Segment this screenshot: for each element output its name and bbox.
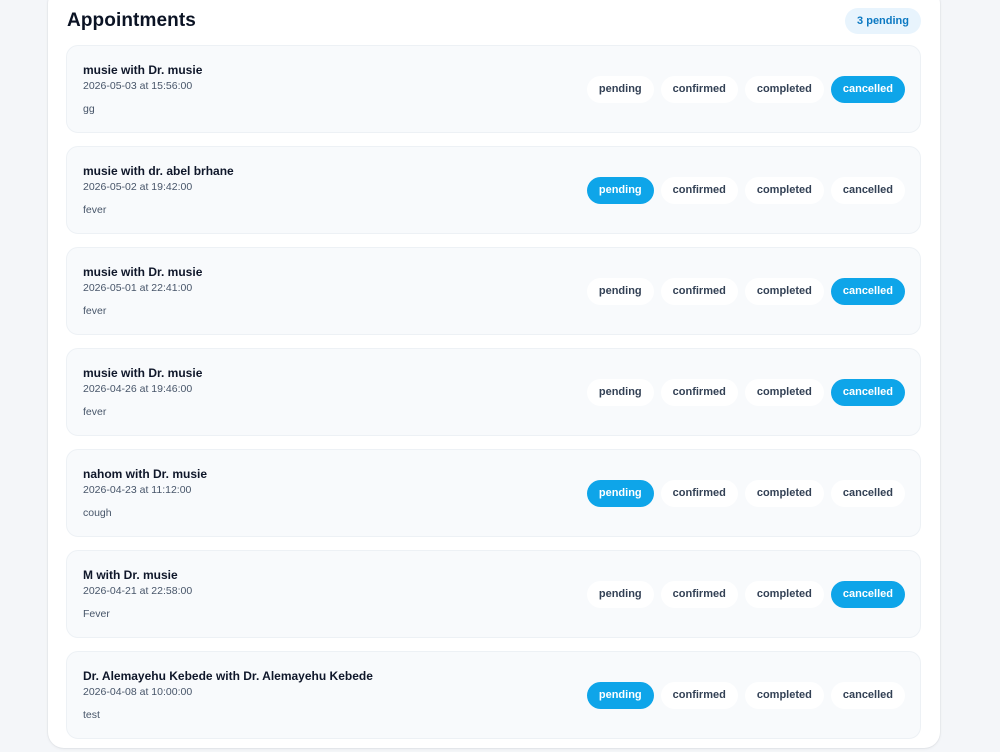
status-cancelled-button[interactable]: cancelled [830,75,905,103]
appointment-datetime: 2026-04-23 at 11:12:00 [83,484,192,496]
status-cancelled-button[interactable]: cancelled [830,176,905,204]
status-pending-button[interactable]: pending [586,176,654,204]
status-completed-button[interactable]: completed [744,378,824,406]
appointment-datetime: 2026-05-03 at 15:56:00 [83,80,193,92]
status-cancelled-button[interactable]: cancelled [830,378,905,406]
appointment-card: Dr. Alemayehu Kebede with Dr. Alemayehu … [66,651,921,739]
status-selector: pending confirmed completed cancelled [586,479,905,507]
appointment-datetime: 2026-05-02 at 19:42:00 [83,181,193,193]
appointment-info: musie with Dr. musie 2026-05-01 at 22:41… [83,265,202,317]
appointment-note: fever [83,406,107,418]
appointment-note: cough [83,507,112,519]
status-pending-button[interactable]: pending [586,580,654,608]
status-completed-button[interactable]: completed [744,176,824,204]
panel-header: Appointments 3 pending [67,0,921,42]
status-selector: pending confirmed completed cancelled [586,378,905,406]
appointment-datetime: 2026-04-26 at 19:46:00 [83,383,193,395]
appointments-panel: Appointments 3 pending musie with Dr. mu… [48,0,940,748]
status-selector: pending confirmed completed cancelled [586,277,905,305]
status-confirmed-button[interactable]: confirmed [660,580,738,608]
appointment-title: nahom with Dr. musie [83,467,208,481]
appointment-note: gg [83,103,95,115]
appointment-info: Dr. Alemayehu Kebede with Dr. Alemayehu … [83,669,373,721]
status-cancelled-button[interactable]: cancelled [830,580,905,608]
appointment-datetime: 2026-05-01 at 22:41:00 [83,282,193,294]
appointment-card: musie with Dr. musie 2026-05-01 at 22:41… [66,247,921,335]
status-pending-button[interactable]: pending [586,277,654,305]
appointment-title: M with Dr. musie [83,568,178,582]
appointment-note: test [83,709,100,721]
status-pending-button[interactable]: pending [586,681,654,709]
appointment-note: Fever [83,608,110,620]
appointment-title: musie with Dr. musie [83,366,203,380]
page-title: Appointments [67,10,196,31]
appointment-title: musie with Dr. musie [83,63,203,77]
appointment-card: M with Dr. musie 2026-04-21 at 22:58:00 … [66,550,921,638]
status-selector: pending confirmed completed cancelled [586,580,905,608]
status-completed-button[interactable]: completed [744,681,824,709]
status-cancelled-button[interactable]: cancelled [830,479,905,507]
status-completed-button[interactable]: completed [744,580,824,608]
appointment-title: Dr. Alemayehu Kebede with Dr. Alemayehu … [83,669,373,683]
appointment-note: fever [83,204,107,216]
appointment-info: musie with Dr. musie 2026-04-26 at 19:46… [83,366,202,418]
pending-count-badge: 3 pending [845,8,921,34]
appointment-title: musie with Dr. musie [83,265,203,279]
status-pending-button[interactable]: pending [586,479,654,507]
appointment-info: M with Dr. musie 2026-04-21 at 22:58:00 … [83,568,192,620]
status-confirmed-button[interactable]: confirmed [660,277,738,305]
appointment-datetime: 2026-04-21 at 22:58:00 [83,585,193,597]
appointment-info: musie with Dr. musie 2026-05-03 at 15:56… [83,63,202,115]
appointment-datetime: 2026-04-08 at 10:00:00 [83,686,193,698]
appointment-info: musie with dr. abel brhane 2026-05-02 at… [83,164,234,216]
appointment-list: musie with Dr. musie 2026-05-03 at 15:56… [66,45,921,752]
status-confirmed-button[interactable]: confirmed [660,479,738,507]
status-cancelled-button[interactable]: cancelled [830,681,905,709]
status-selector: pending confirmed completed cancelled [586,681,905,709]
status-confirmed-button[interactable]: confirmed [660,378,738,406]
appointment-card: musie with dr. abel brhane 2026-05-02 at… [66,146,921,234]
appointment-info: nahom with Dr. musie 2026-04-23 at 11:12… [83,467,207,519]
appointment-title: musie with dr. abel brhane [83,164,234,178]
appointment-card: musie with Dr. musie 2026-04-26 at 19:46… [66,348,921,436]
status-confirmed-button[interactable]: confirmed [660,75,738,103]
appointment-note: fever [83,305,107,317]
status-completed-button[interactable]: completed [744,75,824,103]
appointment-card: nahom with Dr. musie 2026-04-23 at 11:12… [66,449,921,537]
status-selector: pending confirmed completed cancelled [586,75,905,103]
status-completed-button[interactable]: completed [744,277,824,305]
appointment-card: musie with Dr. musie 2026-05-03 at 15:56… [66,45,921,133]
status-pending-button[interactable]: pending [586,75,654,103]
status-selector: pending confirmed completed cancelled [586,176,905,204]
status-cancelled-button[interactable]: cancelled [830,277,905,305]
status-confirmed-button[interactable]: confirmed [660,681,738,709]
status-pending-button[interactable]: pending [586,378,654,406]
status-confirmed-button[interactable]: confirmed [660,176,738,204]
status-completed-button[interactable]: completed [744,479,824,507]
